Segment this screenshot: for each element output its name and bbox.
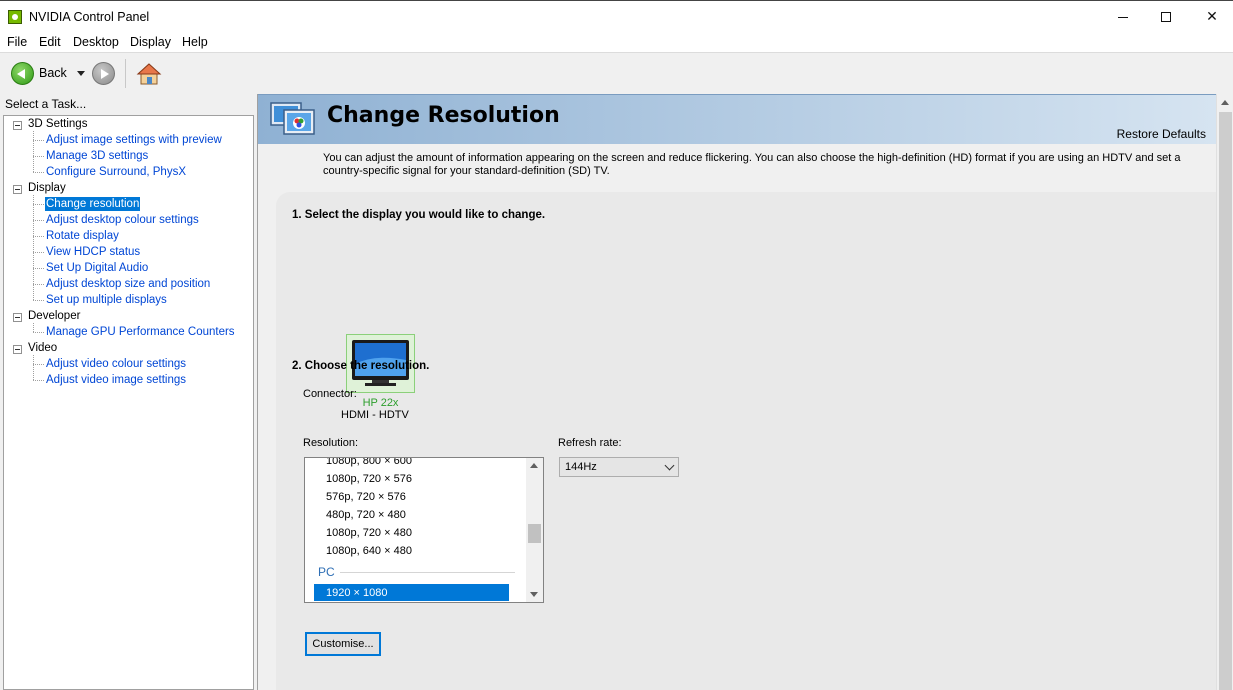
task-tree: 3D Settings Adjust image settings with p… bbox=[3, 115, 254, 690]
section-choose-resolution: 2. Choose the resolution. bbox=[292, 360, 430, 372]
tree-connector bbox=[33, 172, 44, 173]
menu-file[interactable]: File bbox=[7, 35, 27, 49]
menu-edit[interactable]: Edit bbox=[39, 35, 61, 49]
sidebar-item-configure-surround[interactable]: Configure Surround, PhysX bbox=[45, 165, 187, 179]
tree-category-3d-settings[interactable]: 3D Settings bbox=[28, 118, 87, 130]
list-item-selected[interactable]: 1920 × 1080 bbox=[314, 584, 509, 601]
sidebar-item-manage-gpu-counters[interactable]: Manage GPU Performance Counters bbox=[45, 325, 236, 339]
collapse-video-icon[interactable] bbox=[13, 345, 22, 354]
list-item[interactable]: 576p, 720 × 576 bbox=[326, 491, 406, 503]
section-select-display: 1. Select the display you would like to … bbox=[292, 209, 546, 221]
sidebar-item-view-hdcp-status[interactable]: View HDCP status bbox=[45, 245, 141, 259]
tree-connector bbox=[33, 220, 44, 221]
back-button[interactable]: Back bbox=[39, 66, 67, 80]
list-item[interactable]: 1080p, 720 × 576 bbox=[326, 473, 412, 485]
back-history-dropdown-icon[interactable] bbox=[77, 71, 85, 76]
chevron-down-icon bbox=[664, 460, 675, 471]
sidebar-item-adjust-desktop-size[interactable]: Adjust desktop size and position bbox=[45, 277, 211, 291]
scroll-up-icon[interactable] bbox=[1221, 100, 1229, 105]
sidebar-item-set-up-multiple-displays[interactable]: Set up multiple displays bbox=[45, 293, 168, 307]
connector-value: HDMI - HDTV bbox=[341, 409, 409, 421]
sidebar-item-adjust-image-settings[interactable]: Adjust image settings with preview bbox=[45, 133, 223, 147]
sidebar-item-rotate-display[interactable]: Rotate display bbox=[45, 229, 120, 243]
resolution-label: Resolution: bbox=[303, 437, 359, 449]
close-icon: ✕ bbox=[1206, 8, 1218, 24]
collapse-developer-icon[interactable] bbox=[13, 313, 22, 322]
refresh-rate-value: 144Hz bbox=[565, 461, 597, 473]
list-item[interactable]: 1080p, 720 × 480 bbox=[326, 527, 412, 539]
tree-connector bbox=[33, 236, 44, 237]
page-description: You can adjust the amount of information… bbox=[323, 152, 1181, 177]
tree-category-display[interactable]: Display bbox=[28, 182, 66, 194]
restore-defaults-link[interactable]: Restore Defaults bbox=[1117, 127, 1206, 141]
tree-connector bbox=[33, 252, 44, 253]
list-group-pc: PC bbox=[318, 565, 335, 579]
scroll-thumb[interactable] bbox=[528, 524, 541, 543]
sidebar-item-change-resolution[interactable]: Change resolution bbox=[45, 197, 141, 211]
main-content: Change Resolution Restore Defaults You c… bbox=[257, 94, 1217, 690]
tree-category-developer[interactable]: Developer bbox=[28, 310, 80, 322]
maximize-icon bbox=[1161, 12, 1171, 23]
tree-connector bbox=[33, 204, 44, 205]
sidebar-item-manage-3d-settings[interactable]: Manage 3D settings bbox=[45, 149, 149, 163]
sidebar-item-set-up-digital-audio[interactable]: Set Up Digital Audio bbox=[45, 261, 149, 275]
sidebar-item-adjust-video-colour[interactable]: Adjust video colour settings bbox=[45, 357, 187, 371]
tree-connector bbox=[33, 131, 34, 172]
tree-connector bbox=[33, 332, 44, 333]
tree-connector bbox=[33, 300, 44, 301]
sidebar-item-adjust-desktop-colour[interactable]: Adjust desktop colour settings bbox=[45, 213, 200, 227]
forward-arrow-icon[interactable] bbox=[92, 62, 115, 85]
collapse-display-icon[interactable] bbox=[13, 185, 22, 194]
tree-connector bbox=[33, 140, 44, 141]
tree-connector bbox=[33, 364, 44, 365]
home-icon[interactable] bbox=[136, 61, 162, 87]
menu-desktop[interactable]: Desktop bbox=[73, 35, 119, 49]
display-settings-icon bbox=[270, 102, 315, 135]
page-scrollbar[interactable] bbox=[1216, 94, 1233, 690]
title-bar: NVIDIA Control Panel ✕ bbox=[0, 0, 1233, 32]
list-item[interactable]: 1080p, 640 × 480 bbox=[326, 545, 412, 557]
list-item[interactable]: 1080p, 800 × 600 bbox=[326, 458, 412, 467]
resolution-listbox[interactable]: 1080p, 800 × 600 1080p, 720 × 576 576p, … bbox=[304, 457, 544, 603]
nvidia-logo-icon bbox=[8, 10, 22, 24]
scroll-down-icon[interactable] bbox=[530, 592, 538, 597]
page-banner: Change Resolution Restore Defaults bbox=[258, 94, 1217, 144]
task-pane-header: Select a Task... bbox=[0, 94, 256, 114]
refresh-rate-select[interactable]: 144Hz bbox=[559, 457, 679, 477]
tree-connector bbox=[33, 355, 34, 380]
collapse-3d-settings-icon[interactable] bbox=[13, 121, 22, 130]
toolbar: Back bbox=[0, 52, 1233, 93]
connector-label: Connector: bbox=[303, 388, 357, 400]
resolution-scrollbar[interactable] bbox=[526, 458, 543, 602]
customise-button[interactable]: Customise... bbox=[305, 632, 381, 656]
minimize-button[interactable] bbox=[1100, 1, 1146, 32]
minimize-icon bbox=[1118, 16, 1128, 18]
window-title: NVIDIA Control Panel bbox=[29, 10, 150, 24]
sidebar-item-adjust-video-image[interactable]: Adjust video image settings bbox=[45, 373, 187, 387]
scroll-up-icon[interactable] bbox=[530, 463, 538, 468]
back-arrow-icon[interactable] bbox=[11, 62, 34, 85]
tree-connector bbox=[33, 284, 44, 285]
menu-display[interactable]: Display bbox=[130, 35, 171, 49]
menu-help[interactable]: Help bbox=[182, 35, 208, 49]
tree-category-video[interactable]: Video bbox=[28, 342, 57, 354]
tree-connector bbox=[33, 380, 44, 381]
refresh-rate-label: Refresh rate: bbox=[558, 437, 622, 449]
scroll-thumb[interactable] bbox=[1219, 112, 1232, 690]
page-title: Change Resolution bbox=[327, 103, 560, 128]
tree-connector bbox=[33, 268, 44, 269]
tree-connector bbox=[33, 323, 34, 332]
list-group-divider bbox=[340, 572, 515, 573]
settings-card: 1. Select the display you would like to … bbox=[276, 192, 1217, 690]
toolbar-divider bbox=[125, 59, 126, 88]
close-button[interactable]: ✕ bbox=[1189, 1, 1233, 32]
tree-connector bbox=[33, 156, 44, 157]
maximize-button[interactable] bbox=[1143, 1, 1189, 32]
menu-bar: File Edit Desktop Display Help bbox=[0, 32, 1233, 52]
list-item[interactable]: 480p, 720 × 480 bbox=[326, 509, 406, 521]
